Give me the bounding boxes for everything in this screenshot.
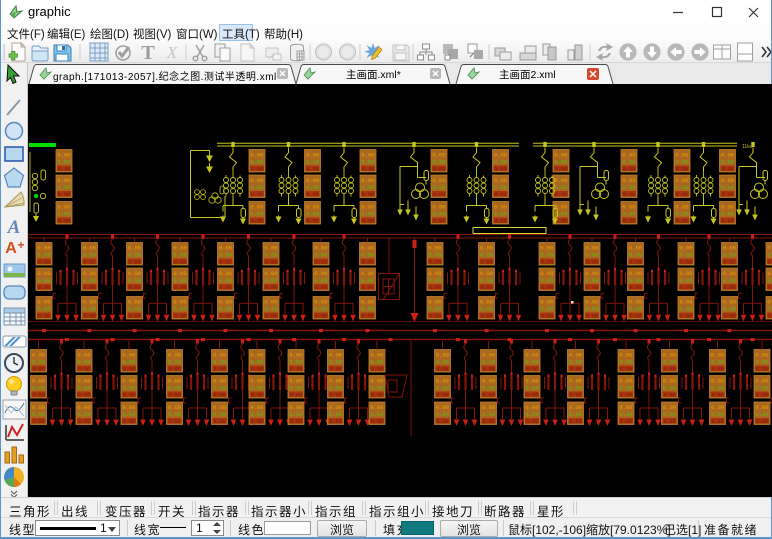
svg-text:+: + (17, 238, 24, 252)
svg-text:11kv: 11kv (742, 144, 753, 150)
svg-text:X: X (166, 43, 178, 62)
svg-text:A: A (7, 217, 21, 238)
svg-text:T: T (141, 42, 155, 63)
svg-text:A: A (5, 240, 17, 257)
